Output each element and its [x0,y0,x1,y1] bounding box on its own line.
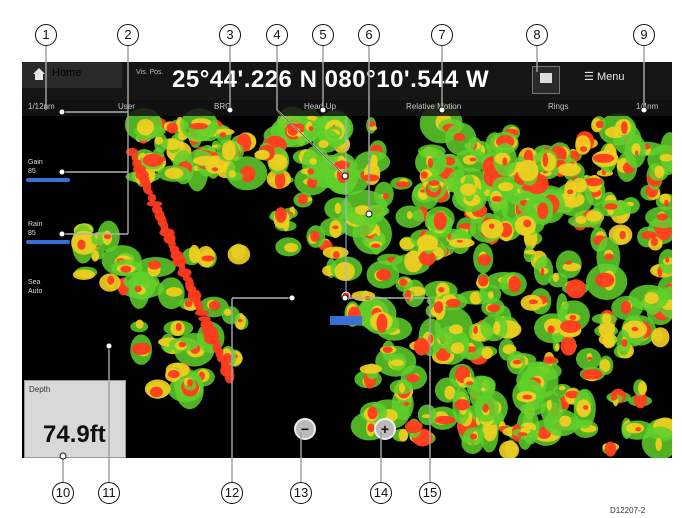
leader-dot [640,106,648,114]
leader-dot [341,172,349,180]
callout-12: 12 [221,482,243,504]
callout-5: 5 [312,24,334,46]
callout-10: 10 [52,482,74,504]
leader-dot [438,106,446,114]
leader-dot [365,210,373,218]
callout-7: 7 [431,24,453,46]
leader-line [276,109,346,177]
callout-leaders [45,46,648,482]
leader-dot [58,230,66,238]
callout-14: 14 [370,482,392,504]
leader-dot [58,108,66,116]
document-id: D12207-2 [610,506,646,515]
callout-13: 13 [290,482,312,504]
leader-dot [288,294,296,302]
leader-dot [105,342,113,350]
leader-dot [226,106,234,114]
callout-15: 15 [419,482,441,504]
callout-8: 8 [526,24,548,46]
callout-9: 9 [633,24,655,46]
callout-3: 3 [219,24,241,46]
callout-1: 1 [35,24,57,46]
leader-dot [58,168,66,176]
callout-2: 2 [117,24,139,46]
leader-dot [59,452,67,460]
callout-6: 6 [358,24,380,46]
callout-4: 4 [266,24,288,46]
figure-frame: Home Vis. Pos. 25°44'.226 N 080°10'.544 … [0,0,682,518]
leader-dot [319,106,327,114]
leader-dot [341,294,349,302]
callout-11: 11 [98,482,120,504]
